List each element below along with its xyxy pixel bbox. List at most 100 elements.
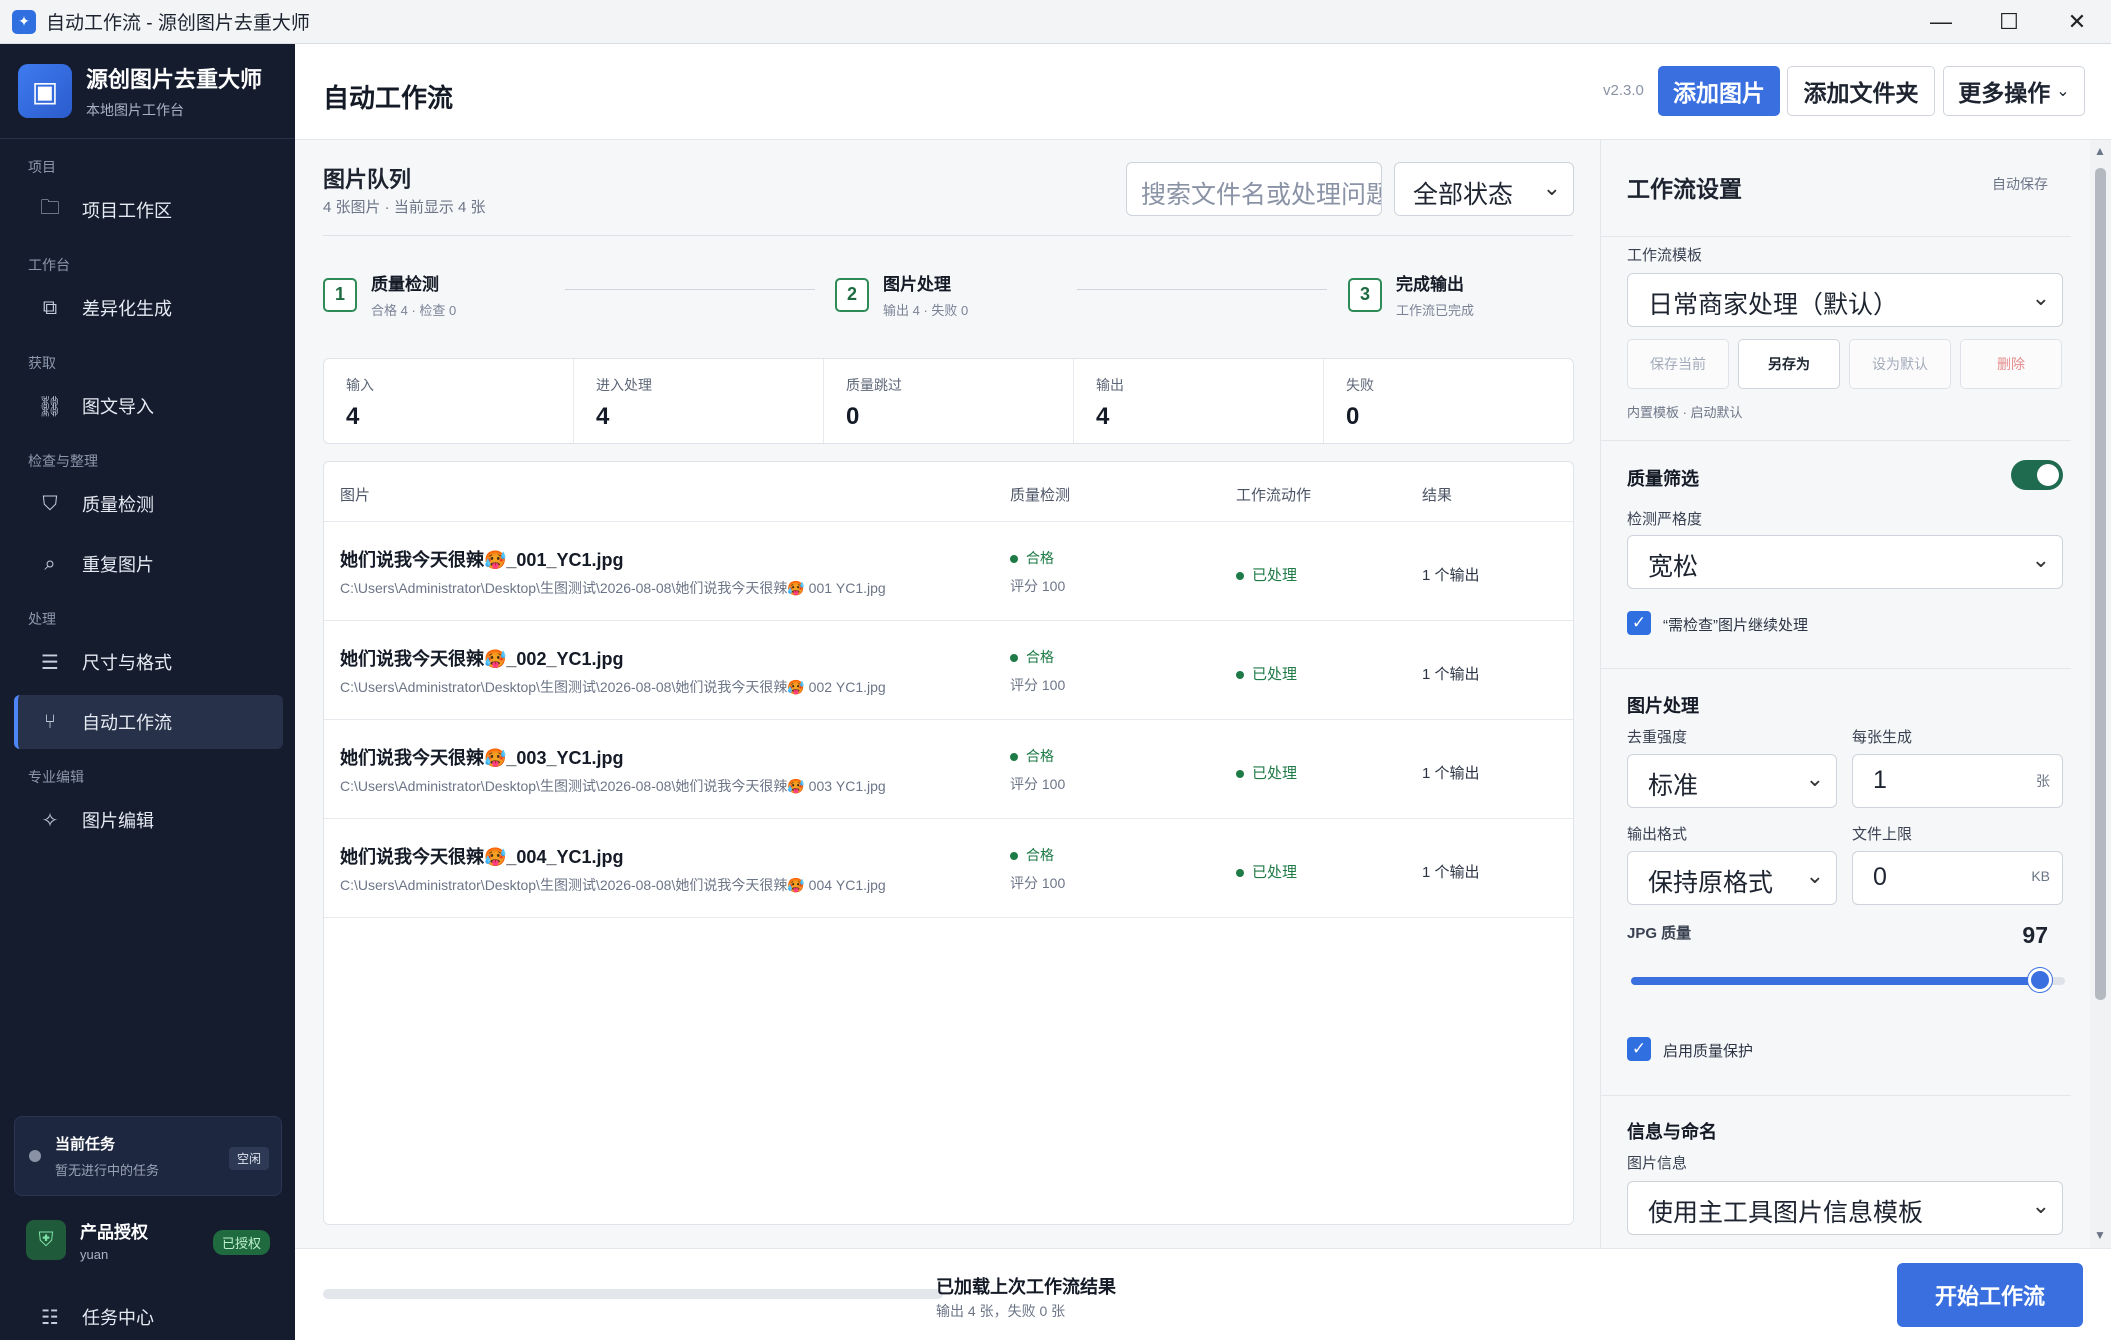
- brand-logo-icon: ▣: [18, 64, 72, 118]
- jpg-quality-slider-track[interactable]: [1631, 977, 2065, 985]
- status-dot: [1236, 671, 1244, 680]
- window-controls: — ☐ ✕: [1907, 0, 2111, 44]
- quality-filter-toggle[interactable]: [2011, 460, 2063, 490]
- save-as-button[interactable]: 另存为: [1738, 339, 1840, 389]
- scrollbar-thumb[interactable]: [2095, 168, 2106, 1000]
- main-header: 自动工作流 v2.3.0 添加图片 添加文件夹 更多操作 ⌄: [295, 44, 2111, 140]
- delete-template-button[interactable]: 删除: [1960, 339, 2062, 389]
- link-icon: ⛓: [37, 395, 63, 418]
- add-image-button[interactable]: 添加图片: [1658, 66, 1780, 116]
- brand-name: 源创图片去重大师: [86, 67, 263, 92]
- divider: [1601, 1095, 2071, 1096]
- divider: [323, 235, 1574, 236]
- image-table: 图片 质量检测 工作流动作 结果 她们说我今天很辣🥵_001_YC1.jpg C…: [323, 461, 1574, 1225]
- per-image-label: 每张生成: [1852, 729, 1913, 746]
- qc-status: 合格: [1010, 845, 1054, 865]
- sidebar-item-task-center[interactable]: ☷ 任务中心: [14, 1292, 282, 1340]
- strictness-select[interactable]: 宽松 ⌄: [1627, 535, 2063, 589]
- sidebar-item-size-format[interactable]: ☰ 尺寸与格式: [14, 635, 283, 689]
- license-card[interactable]: ⛨ 产品授权 yuan 已授权: [14, 1208, 282, 1272]
- stat-quality-skipped: 质量跳过 0: [824, 359, 1074, 443]
- settings-title: 工作流设置: [1627, 176, 1742, 202]
- folder-icon: 🗀: [40, 197, 60, 219]
- result-text: 1 个输出: [1422, 567, 1480, 584]
- sidebar-item-import[interactable]: ⛓ 图文导入: [14, 379, 283, 433]
- qc-status: 合格: [1010, 548, 1054, 568]
- strength-select[interactable]: 标准 ⌄: [1627, 754, 1837, 808]
- stat-value: 0: [846, 403, 860, 430]
- qc-score: 评分 100: [1010, 677, 1066, 693]
- format-select[interactable]: 保持原格式 ⌄: [1627, 851, 1837, 905]
- chevron-down-icon: ⌄: [2031, 285, 2050, 310]
- result-text: 1 个输出: [1422, 765, 1480, 782]
- continue-checkbox[interactable]: ✓: [1627, 611, 1651, 635]
- chevron-down-icon: ⌄: [1542, 175, 1561, 200]
- info-naming-title: 信息与命名: [1627, 1122, 1717, 1142]
- stat-processing: 进入处理 4: [574, 359, 824, 443]
- strength-label: 去重强度: [1627, 729, 1688, 746]
- workflow-settings-panel: 工作流设置 自动保存 工作流模板 日常商家处理（默认） ⌄ 保存当前 另存为 设…: [1600, 140, 2090, 1248]
- stat-failed: 失败 0: [1324, 359, 1573, 443]
- sidebar-item-image-edit[interactable]: ✧ 图片编辑: [14, 793, 283, 847]
- jpg-quality-slider-handle[interactable]: [2027, 968, 2052, 992]
- step-subtitle: 合格 4 · 检查 0: [371, 303, 457, 318]
- scroll-down-icon[interactable]: ▼: [2094, 1228, 2106, 1242]
- image-stack-icon: ⧉: [42, 296, 58, 319]
- size-limit-input[interactable]: 0 KB: [1852, 851, 2063, 905]
- duplicate-search-icon: ⌕: [44, 552, 56, 575]
- page-title: 自动工作流: [323, 83, 454, 113]
- toggle-knob: [2037, 464, 2059, 486]
- add-folder-button[interactable]: 添加文件夹: [1787, 66, 1935, 116]
- current-task-card: 当前任务 暂无进行中的任务 空闲: [14, 1116, 282, 1196]
- search-input[interactable]: 搜索文件名或处理问题: [1126, 162, 1382, 216]
- chevron-down-icon: ⌄: [2031, 1193, 2050, 1218]
- sidebar-item-quality-check[interactable]: ⛉ 质量检测: [14, 477, 283, 531]
- shield-icon: ⛨: [26, 1220, 66, 1260]
- table-row[interactable]: 她们说我今天很辣🥵_002_YC1.jpg C:\Users\Administr…: [324, 621, 1573, 720]
- close-icon[interactable]: ✕: [2043, 0, 2111, 44]
- bottom-status-bar: 已加载上次工作流结果 输出 4 张，失败 0 张 开始工作流: [295, 1248, 2111, 1340]
- qc-score: 评分 100: [1010, 578, 1066, 594]
- maximize-icon[interactable]: ☐: [1975, 0, 2043, 44]
- action-status: 已处理: [1236, 762, 1297, 783]
- column-header-qc: 质量检测: [1010, 487, 1071, 504]
- step-title: 图片处理: [883, 275, 951, 294]
- stat-value: 4: [596, 403, 610, 430]
- per-image-value: 1: [1873, 766, 1887, 794]
- workflow-step-3: 3 完成输出 工作流已完成: [1348, 270, 1474, 319]
- save-current-button[interactable]: 保存当前: [1627, 339, 1729, 389]
- sidebar-item-project-workspace[interactable]: 🗀 项目工作区: [14, 183, 283, 237]
- scroll-up-icon[interactable]: ▲: [2094, 144, 2106, 158]
- chevron-down-icon: ⌄: [1805, 863, 1824, 888]
- set-default-button[interactable]: 设为默认: [1849, 339, 1951, 389]
- minimize-icon[interactable]: —: [1907, 0, 1975, 44]
- qc-score: 评分 100: [1010, 776, 1066, 792]
- divider: [1601, 668, 2071, 669]
- workflow-icon: ⑂: [44, 710, 56, 733]
- image-info-select[interactable]: 使用主工具图片信息模板 ⌄: [1627, 1181, 2063, 1235]
- status-dot: [1010, 852, 1018, 861]
- table-row[interactable]: 她们说我今天很辣🥵_003_YC1.jpg C:\Users\Administr…: [324, 720, 1573, 819]
- queue-title: 图片队列: [323, 167, 412, 192]
- sidebar-item-diff-generate[interactable]: ⧉ 差异化生成: [14, 281, 283, 335]
- table-row[interactable]: 她们说我今天很辣🥵_004_YC1.jpg C:\Users\Administr…: [324, 819, 1573, 918]
- status-dot: [1010, 654, 1018, 663]
- sidebar-item-auto-workflow[interactable]: ⑂ 自动工作流: [14, 695, 283, 749]
- quality-protect-checkbox[interactable]: ✓: [1627, 1037, 1651, 1061]
- template-select[interactable]: 日常商家处理（默认） ⌄: [1627, 273, 2063, 327]
- per-image-input[interactable]: 1 张: [1852, 754, 2063, 808]
- strength-value: 标准: [1648, 772, 1699, 800]
- nav-section-project: 项目: [28, 159, 56, 175]
- table-row[interactable]: 她们说我今天很辣🥵_001_YC1.jpg C:\Users\Administr…: [324, 522, 1573, 621]
- settings-scrollbar[interactable]: ▲ ▼: [2090, 140, 2111, 1248]
- more-actions-button[interactable]: 更多操作 ⌄: [1943, 66, 2085, 116]
- brand: ▣ 源创图片去重大师 本地图片工作台: [0, 44, 295, 139]
- sidebar-item-duplicates[interactable]: ⌕ 重复图片: [14, 537, 283, 591]
- slider-fill: [1631, 977, 2052, 985]
- sliders-icon: ☰: [41, 651, 59, 674]
- status-filter-select[interactable]: 全部状态 ⌄: [1394, 162, 1574, 216]
- status-badge: 空闲: [228, 1147, 269, 1170]
- sidebar-item-label: 任务中心: [82, 1308, 154, 1328]
- start-workflow-button[interactable]: 开始工作流: [1897, 1263, 2083, 1327]
- title-bar: ✦ 自动工作流 - 源创图片去重大师 — ☐ ✕: [0, 0, 2111, 44]
